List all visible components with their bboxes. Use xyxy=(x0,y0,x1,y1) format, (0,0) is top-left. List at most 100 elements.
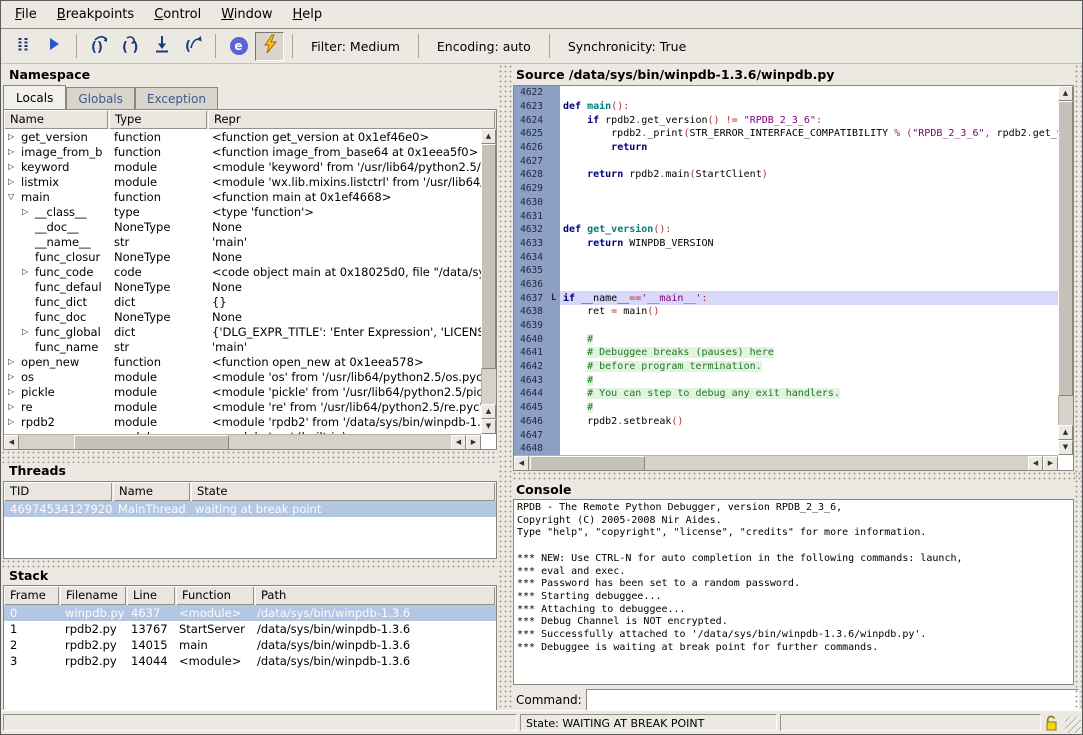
scroll-down-icon[interactable]: ▼ xyxy=(1058,440,1073,455)
trap-button[interactable] xyxy=(255,32,284,61)
tab-exception[interactable]: Exception xyxy=(135,87,218,109)
namespace-row[interactable]: ▷open_new function <function open_new at… xyxy=(4,354,481,369)
namespace-vscrollbar[interactable]: ▲ ▲ ▼ xyxy=(481,129,496,434)
stack-list[interactable]: FrameFilenameLineFunctionPath 0 winpdb.p… xyxy=(3,585,497,711)
namespace-row[interactable]: ▷listmix module <module 'wx.lib.mixins.l… xyxy=(4,174,481,189)
tab-globals[interactable]: Globals xyxy=(66,87,135,109)
column-header-line[interactable]: Line xyxy=(127,586,175,605)
menu-file[interactable]: File xyxy=(5,2,47,27)
namespace-row[interactable]: ▷get_version function <function get_vers… xyxy=(4,129,481,144)
threads-list[interactable]: TIDNameState 46974534127920 MainThread w… xyxy=(3,481,497,559)
splitter-sash[interactable] xyxy=(512,471,1082,482)
namespace-row[interactable]: func_defaul NoneType None xyxy=(4,279,481,294)
expander-icon[interactable]: ▷ xyxy=(8,147,21,156)
source-vscrollbar[interactable]: ▲ ▲ ▼ xyxy=(1058,86,1073,455)
scroll-up-icon[interactable]: ▲ xyxy=(1058,86,1073,101)
namespace-row[interactable]: ▷__class__ type <type 'function'> xyxy=(4,204,481,219)
column-header-state[interactable]: State xyxy=(191,482,495,501)
namespace-row[interactable]: ▷re module <module 're' from '/usr/lib64… xyxy=(4,399,481,414)
resize-grip[interactable] xyxy=(1065,717,1081,733)
scroll-left-icon[interactable]: ◀ xyxy=(451,435,466,450)
line-number: 4637 xyxy=(514,291,547,305)
namespace-row[interactable]: ▽main function <function main at 0x1ef46… xyxy=(4,189,481,204)
scroll-left-icon[interactable]: ◀ xyxy=(514,456,529,471)
menu-help[interactable]: Help xyxy=(282,2,332,27)
scroll-up-icon[interactable]: ▲ xyxy=(1058,425,1073,440)
column-header-function[interactable]: Function xyxy=(176,586,254,605)
expander-icon[interactable]: ▽ xyxy=(8,192,21,201)
stack-row[interactable]: 3 rpdb2.py 14044 <module> /data/sys/bin/… xyxy=(4,653,496,669)
go-button[interactable] xyxy=(39,32,68,61)
menu-breakpoints[interactable]: Breakpoints xyxy=(47,2,144,27)
stack-row[interactable]: 0 winpdb.py 4637 <module> /data/sys/bin/… xyxy=(4,605,496,621)
step-return-button[interactable] xyxy=(147,32,176,61)
namespace-row[interactable]: ▷func_code code <code object main at 0x1… xyxy=(4,264,481,279)
marker-margin xyxy=(547,387,560,401)
namespace-row[interactable]: ▷keyword module <module 'keyword' from '… xyxy=(4,159,481,174)
expander-icon[interactable]: ▷ xyxy=(8,387,21,396)
scroll-up-icon[interactable]: ▲ xyxy=(481,404,496,419)
namespace-row[interactable]: ▷image_from_b function <function image_f… xyxy=(4,144,481,159)
expander-icon[interactable]: ▷ xyxy=(8,162,21,171)
step-into-button[interactable]: ( ) xyxy=(116,32,145,61)
menu-bar: FileBreakpointsControlWindowHelp xyxy=(1,1,1082,29)
encoding-icon: e xyxy=(230,37,248,55)
namespace-row[interactable]: ▷func_global dict {'DLG_EXPR_TITLE': 'En… xyxy=(4,324,481,339)
command-input[interactable] xyxy=(586,689,1079,711)
scroll-left-icon[interactable]: ◀ xyxy=(4,435,19,450)
expander-icon[interactable]: ▷ xyxy=(22,267,35,276)
scroll-right-icon[interactable]: ▶ xyxy=(466,435,481,450)
namespace-row[interactable]: __name__ str 'main' xyxy=(4,234,481,249)
encoding-button[interactable]: e xyxy=(224,32,253,61)
break-button[interactable] xyxy=(8,32,37,61)
column-header-name[interactable]: Name xyxy=(113,482,190,501)
splitter-sash[interactable] xyxy=(1,450,498,463)
namespace-list[interactable]: NameTypeRepr ▷get_version function <func… xyxy=(3,109,497,450)
expander-icon[interactable]: ▷ xyxy=(8,402,21,411)
scroll-thumb[interactable] xyxy=(481,144,496,369)
column-header-tid[interactable]: TID xyxy=(4,482,112,501)
step-out-button[interactable]: ( xyxy=(178,32,207,61)
menu-window[interactable]: Window xyxy=(211,2,282,27)
expander-icon[interactable]: ▷ xyxy=(22,207,35,216)
scroll-left-icon[interactable]: ◀ xyxy=(1028,456,1043,471)
scroll-right-icon[interactable]: ▶ xyxy=(1043,456,1058,471)
source-editor[interactable]: 4622 4623 def main(): 4624 if rpdb2.get_… xyxy=(513,85,1074,471)
expander-icon[interactable]: ▷ xyxy=(8,357,21,366)
namespace-row[interactable]: func_doc NoneType None xyxy=(4,309,481,324)
console-output[interactable]: RPDB - The Remote Python Debugger, versi… xyxy=(513,499,1074,685)
menu-control[interactable]: Control xyxy=(144,2,211,27)
scroll-up-icon[interactable]: ▲ xyxy=(481,129,496,144)
column-header-path[interactable]: Path xyxy=(255,586,495,605)
expander-icon[interactable]: ▷ xyxy=(8,132,21,141)
column-header-filename[interactable]: Filename xyxy=(60,586,126,605)
column-header-repr[interactable]: Repr xyxy=(208,110,495,129)
scroll-thumb[interactable] xyxy=(74,435,229,450)
splitter-sash[interactable] xyxy=(1,559,498,568)
column-header-type[interactable]: Type xyxy=(109,110,207,129)
stack-row[interactable]: 2 rpdb2.py 14015 main /data/sys/bin/winp… xyxy=(4,637,496,653)
namespace-row[interactable]: ▷os module <module 'os' from '/usr/lib64… xyxy=(4,369,481,384)
source-hscrollbar[interactable]: ◀ ◀ ▶ xyxy=(514,455,1058,470)
expander-icon[interactable]: ▷ xyxy=(22,327,35,336)
vertical-splitter-sash[interactable] xyxy=(498,64,512,711)
column-header-name[interactable]: Name xyxy=(4,110,108,129)
expander-icon[interactable]: ▷ xyxy=(8,177,21,186)
namespace-row[interactable]: func_dict dict {} xyxy=(4,294,481,309)
expander-icon[interactable]: ▷ xyxy=(8,417,21,426)
stack-row[interactable]: 1 rpdb2.py 13767 StartServer /data/sys/b… xyxy=(4,621,496,637)
namespace-row[interactable]: ▷rpdb2 module <module 'rpdb2' from '/dat… xyxy=(4,414,481,429)
thread-row[interactable]: 46974534127920 MainThread waiting at bre… xyxy=(4,501,496,517)
tab-locals[interactable]: Locals xyxy=(3,85,66,109)
namespace-row[interactable]: ▷pickle module <module 'pickle' from '/u… xyxy=(4,384,481,399)
namespace-row[interactable]: func_closur NoneType None xyxy=(4,249,481,264)
namespace-row[interactable]: __doc__ NoneType None xyxy=(4,219,481,234)
namespace-hscrollbar[interactable]: ◀ ◀ ▶ xyxy=(4,434,481,449)
scroll-thumb[interactable] xyxy=(1058,101,1073,396)
scroll-down-icon[interactable]: ▼ xyxy=(481,419,496,434)
step-over-button[interactable]: () xyxy=(85,32,114,61)
expander-icon[interactable]: ▷ xyxy=(8,372,21,381)
scroll-thumb[interactable] xyxy=(530,456,645,471)
namespace-row[interactable]: func_name str 'main' xyxy=(4,339,481,354)
column-header-frame[interactable]: Frame xyxy=(4,586,59,605)
